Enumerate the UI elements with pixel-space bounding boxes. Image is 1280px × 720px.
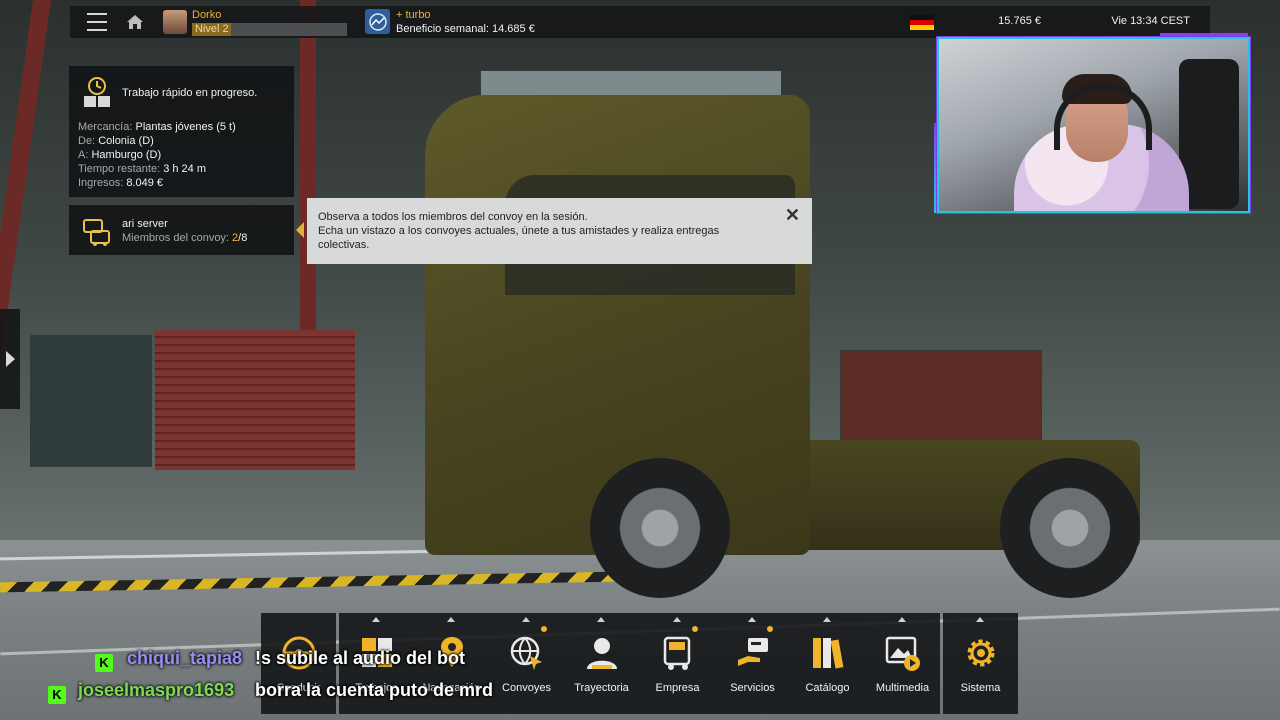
quick-job-icon [82,76,110,108]
kick-badge-icon: K [95,654,113,672]
company-name: + turbo [396,9,431,21]
convoy-trucks-icon [81,217,111,246]
wall-machine [30,335,152,467]
job-info-panel[interactable]: Trabajo rápido en progreso. Mercancía: P… [69,66,294,197]
catalog-books-icon [809,634,847,672]
menu-item-multimedia[interactable]: Multimedia [865,613,940,714]
cargo-label: Mercancía: [78,121,133,133]
chat-text: borra la cuenta puto de mrd [255,680,494,700]
convoy-members-total: /8 [238,232,248,244]
time-remaining-label: Tiempo restante: [78,163,161,175]
convoy-members: Miembros del convoy: 2/8 [122,232,247,244]
top-status-bar: Dorko Nivel 2 + turbo Beneficio semanal:… [70,6,1210,38]
home-icon[interactable] [124,6,146,38]
kick-badge-icon: K [48,686,66,704]
player-name: Dorko [192,9,222,21]
player-level: Nivel 2 [195,23,229,35]
multimedia-icon [884,634,922,672]
company-logo-icon[interactable] [365,9,390,34]
cargo-value: Plantas jóvenes (5 t) [135,121,236,133]
menu-item-empresa[interactable]: Empresa [640,613,715,714]
truck-front-wheel [590,458,730,598]
caret-up-icon [898,617,906,622]
tooltip-line-2: Echa un vistazo a los convoyes actuales,… [318,225,720,251]
convoy-tooltip: Observa a todos los miembros del convoy … [307,198,812,264]
menu-item-label: Empresa [655,682,700,694]
workbench [840,350,1042,452]
caret-up-icon [447,617,455,622]
income-label: Ingresos: [78,177,124,189]
convoy-members-label: Miembros del convoy: [122,232,233,244]
caret-up-icon [522,617,530,622]
menu-item-label: Trayectoria [574,682,629,694]
weekly-profit: Beneficio semanal: 14.685 € [396,23,535,35]
gear-icon [962,634,1000,672]
level-bar: Nivel 2 [192,23,347,36]
income-value: 8.049 € [126,177,164,189]
convoy-panel[interactable]: ari server Miembros del convoy: 2/8 [69,205,294,255]
notification-dot [767,626,773,632]
convoy-server-name: ari server [122,218,168,230]
origin-label: De: [78,135,96,147]
chat-username: chiqui_tapia8 [127,648,243,668]
caret-up-icon [372,617,380,622]
garage-shutter [155,330,355,470]
job-status: Trabajo rápido en progreso. [122,87,258,99]
caret-up-icon [597,617,605,622]
services-hand-icon [734,634,772,672]
game-datetime: Vie 13:34 CEST [1111,15,1190,27]
germany-flag-icon [910,15,934,30]
tooltip-line-1: Observa a todos los miembros del convoy … [318,211,588,223]
chat-username: joseelmaspro1693 [78,680,235,700]
tooltip-text: Observa a todos los miembros del convoy … [318,210,758,252]
truck-rear-wheel [1000,458,1140,598]
chat-message: Kchiqui_tapia8 !s subile al audio del bot [0,648,560,678]
streamer-webcam [937,37,1250,213]
destination-value: Hamburgo (D) [91,149,162,161]
arrow-right-icon [5,351,15,367]
menu-item-catalogo[interactable]: Catálogo [790,613,865,714]
chat-text: !s subile al audio del bot [255,648,466,668]
caret-up-icon [823,617,831,622]
menu-icon[interactable] [86,6,108,38]
driver-profile-icon [583,634,621,672]
menu-item-trayectoria[interactable]: Trayectoria [564,613,639,714]
tooltip-pointer [296,222,304,238]
streamer [1014,74,1189,211]
chat-message: Kjoseelmaspro1693 borra la cuenta puto de… [0,680,560,710]
job-details: Mercancía: Plantas jóvenes (5 t) De: Col… [78,120,236,190]
company-truck-icon [659,634,697,672]
caret-up-icon [673,617,681,622]
menu-item-servicios[interactable]: Servicios [715,613,790,714]
menu-item-label: Catálogo [805,682,850,694]
money-balance: 15.765 € [998,15,1041,27]
caret-up-icon [976,617,984,622]
menu-item-label: Multimedia [875,682,930,694]
time-remaining-value: 3 h 24 m [163,163,207,175]
origin-value: Colonia (D) [98,135,154,147]
menu-item-label: Sistema [960,682,1001,694]
close-icon[interactable]: ✕ [785,206,800,224]
caret-up-icon [748,617,756,622]
menu-item-sistema[interactable]: Sistema [943,613,1018,714]
side-panel-toggle[interactable] [0,309,20,409]
notification-dot [541,626,547,632]
headphones-icon [1054,84,1152,150]
avatar[interactable] [163,10,187,34]
menu-item-label: Servicios [730,682,775,694]
destination-label: A: [78,149,89,161]
notification-dot [692,626,698,632]
